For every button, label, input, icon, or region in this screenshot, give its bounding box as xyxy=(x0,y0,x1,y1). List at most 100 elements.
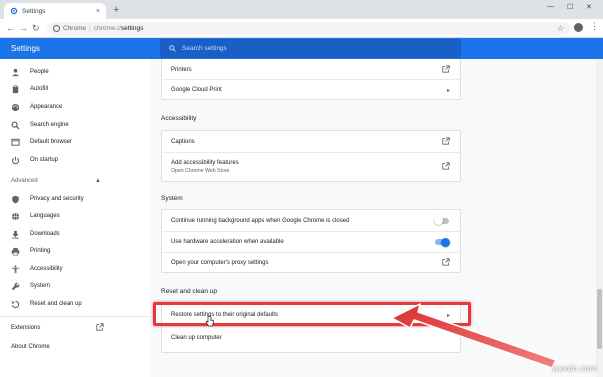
reset-icon xyxy=(11,300,20,309)
clipboard-icon xyxy=(11,84,20,94)
site-label: Chrome xyxy=(63,25,87,32)
external-link-icon xyxy=(442,64,450,75)
forward-button[interactable]: → xyxy=(19,22,28,34)
search-icon xyxy=(11,120,20,130)
hardware-acceleration-row[interactable]: Use hardware acceleration when available xyxy=(162,232,460,252)
toggle-knob xyxy=(441,237,450,247)
row-label: Continue running background apps when Go… xyxy=(171,217,350,224)
search-input[interactable]: Search settings xyxy=(160,39,461,58)
external-link-icon xyxy=(442,162,450,172)
search-icon xyxy=(169,45,176,52)
palette-icon xyxy=(11,103,20,112)
browser-icon xyxy=(11,138,20,147)
printing-card: Printers Google Cloud Print ▸ xyxy=(161,59,461,100)
sidebar-item-autofill[interactable]: Autofill xyxy=(0,82,150,96)
page-title: Settings xyxy=(11,44,40,53)
hand-cursor-icon xyxy=(205,316,214,327)
chrome-icon xyxy=(53,25,60,32)
sidebar-item-search-engine[interactable]: Search engine xyxy=(0,118,150,132)
proxy-settings-row[interactable]: Open your computer's proxy settings xyxy=(162,253,460,273)
sidebar-item-label: Accessibility xyxy=(30,266,63,272)
menu-icon[interactable]: ⋮ xyxy=(590,21,599,32)
new-tab-button[interactable]: + xyxy=(113,3,119,17)
sidebar-item-label: Autofill xyxy=(30,86,49,92)
url-path: settings xyxy=(120,25,144,32)
reset-section-title: Reset and clean up xyxy=(161,288,218,295)
background-apps-toggle[interactable] xyxy=(434,216,449,225)
row-label: Printers xyxy=(171,66,192,73)
reload-button[interactable]: ↻ xyxy=(32,22,40,34)
system-section-title: System xyxy=(161,195,183,202)
sidebar-item-downloads[interactable]: Downloads xyxy=(0,227,150,241)
gear-icon xyxy=(10,7,18,15)
google-cloud-print-row[interactable]: Google Cloud Print ▸ xyxy=(162,80,460,100)
maximize-button[interactable]: ☐ xyxy=(567,3,573,11)
sidebar-item-languages[interactable]: Languages xyxy=(0,209,150,223)
sidebar-item-reset[interactable]: Reset and clean up xyxy=(0,297,150,311)
page-scrollbar[interactable] xyxy=(596,59,603,377)
background-apps-row[interactable]: Continue running background apps when Go… xyxy=(162,210,460,231)
watermark-text: wsxdn.com xyxy=(552,364,598,373)
globe-icon xyxy=(11,212,20,221)
minimize-button[interactable]: — xyxy=(547,3,554,10)
sidebar-item-privacy[interactable]: Privacy and security xyxy=(0,192,150,206)
sidebar-item-default-browser[interactable]: Default browser xyxy=(0,135,150,149)
accessibility-card: Captions Add accessibility features Open… xyxy=(161,130,461,182)
advanced-section-label[interactable]: Advanced xyxy=(11,178,38,184)
close-window-button[interactable]: ✕ xyxy=(586,3,592,11)
address-bar[interactable]: Chrome | chrome://settings ☆ xyxy=(47,22,570,35)
sidebar-item-label: On startup xyxy=(30,157,59,163)
sidebar-item-label: Downloads xyxy=(30,231,60,237)
tab-title: Settings xyxy=(22,7,46,15)
download-icon xyxy=(11,230,20,239)
sidebar-item-label: System xyxy=(30,283,51,289)
bookmark-star-icon[interactable]: ☆ xyxy=(557,24,564,33)
sidebar-item-system[interactable]: System xyxy=(0,279,150,293)
search-placeholder: Search settings xyxy=(182,45,227,52)
row-label: Clean up computer xyxy=(171,335,222,341)
row-label: Google Cloud Print xyxy=(171,87,222,93)
annotation-arrow xyxy=(391,303,557,369)
external-link-icon[interactable] xyxy=(96,323,104,333)
tab-settings[interactable]: Settings × xyxy=(4,3,106,19)
sidebar: People Autofill Appearance Search engine… xyxy=(0,59,150,377)
power-icon xyxy=(11,156,20,165)
sidebar-item-label: Search engine xyxy=(30,122,69,128)
sidebar-item-label: Appearance xyxy=(30,104,63,110)
sidebar-item-accessibility[interactable]: Accessibility xyxy=(0,262,150,276)
back-button[interactable]: ← xyxy=(6,22,15,34)
accessibility-section-title: Accessibility xyxy=(161,115,197,122)
row-label: Use hardware acceleration when available xyxy=(171,239,284,245)
chevron-right-icon: ▸ xyxy=(446,87,450,94)
profile-avatar[interactable] xyxy=(574,23,583,32)
row-label: Captions xyxy=(171,138,195,145)
sidebar-item-label: Reset and clean up xyxy=(30,301,82,307)
sidebar-item-label: People xyxy=(30,69,49,75)
wrench-icon xyxy=(11,282,20,291)
sidebar-divider xyxy=(0,316,150,317)
row-sublabel: Open Chrome Web Store xyxy=(171,168,230,174)
tab-close-button[interactable]: × xyxy=(96,8,100,15)
toggle-knob xyxy=(434,216,443,225)
sidebar-item-about[interactable]: About Chrome xyxy=(11,344,50,350)
sidebar-item-label: Default browser xyxy=(30,139,73,145)
sidebar-item-appearance[interactable]: Appearance xyxy=(0,100,150,114)
sidebar-item-on-startup[interactable]: On startup xyxy=(0,153,150,167)
scrollbar-thumb[interactable] xyxy=(597,289,602,349)
hardware-acceleration-toggle[interactable] xyxy=(435,237,450,247)
shield-icon xyxy=(11,195,20,204)
collapse-caret-icon[interactable]: ▲ xyxy=(95,178,101,184)
sidebar-item-printing[interactable]: Printing xyxy=(0,244,150,258)
sidebar-item-extensions[interactable]: Extensions xyxy=(11,325,40,331)
sidebar-item-label: Privacy and security xyxy=(30,196,84,202)
omnibox-separator: | xyxy=(89,25,91,32)
captions-row[interactable]: Captions xyxy=(162,131,460,152)
sidebar-item-people[interactable]: People xyxy=(0,65,150,79)
sidebar-item-label: Printing xyxy=(30,248,51,254)
external-link-icon xyxy=(442,136,450,147)
tab-strip: Settings × + — ☐ ✕ xyxy=(0,0,603,19)
add-accessibility-features-row[interactable]: Add accessibility features Open Chrome W… xyxy=(162,153,460,181)
printers-row[interactable]: Printers xyxy=(162,60,460,79)
row-label: Open your computer's proxy settings xyxy=(171,260,269,266)
browser-toolbar: ← → ↻ Chrome | chrome://settings ☆ ⋮ xyxy=(0,19,603,38)
